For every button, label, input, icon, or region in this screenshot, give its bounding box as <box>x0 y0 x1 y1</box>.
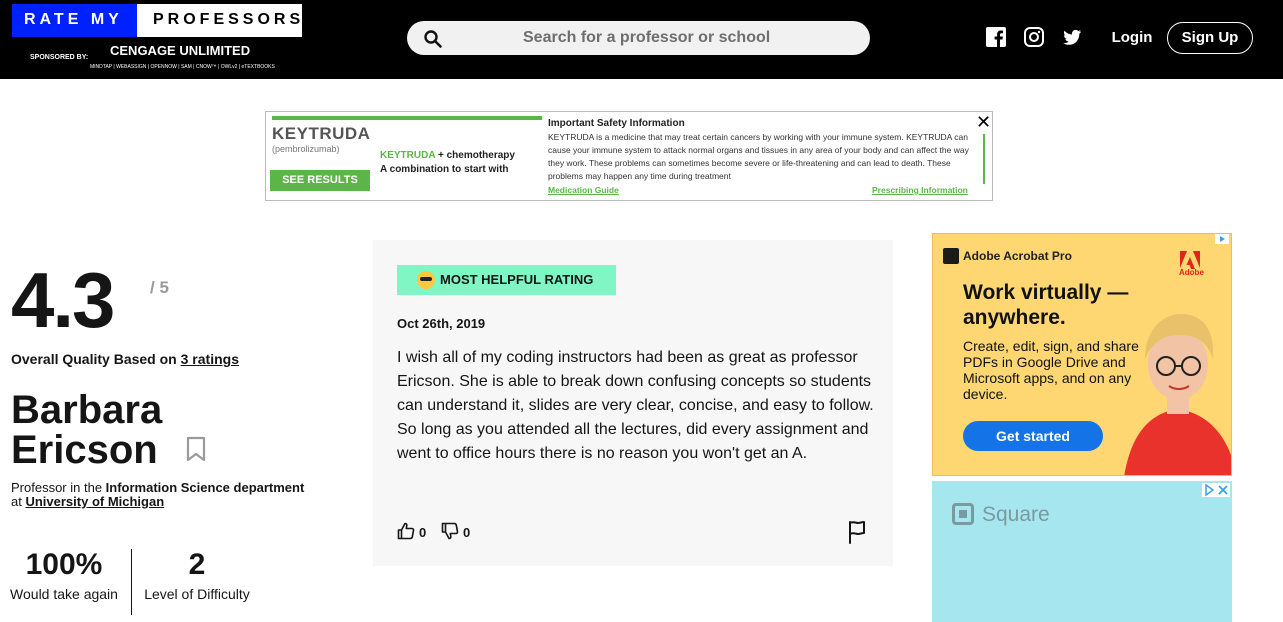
login-button[interactable]: Login <box>1104 22 1160 54</box>
most-helpful-label: MOST HELPFUL RATING <box>440 272 594 287</box>
dept-prefix: Professor in the <box>11 480 106 495</box>
school-link[interactable]: University of Michigan <box>25 494 164 509</box>
overall-quality-text: Overall Quality Based on 3 ratings <box>11 351 239 367</box>
flag-icon[interactable] <box>847 520 867 544</box>
acrobat-brand: Adobe Acrobat Pro <box>963 249 1072 263</box>
at-label: at <box>11 494 26 509</box>
review-text: I wish all of my coding instructors had … <box>397 349 874 462</box>
most-helpful-review: MOST HELPFUL RATING Oct 26th, 2019 I wis… <box>373 240 893 566</box>
ad-line1-brand: KEYTRUDA <box>380 150 436 161</box>
twitter-icon[interactable] <box>1061 26 1083 48</box>
square-ad[interactable]: Square <box>932 481 1232 622</box>
ad-line1-rest: + chemotherapy <box>437 150 515 161</box>
square-brand: Square <box>982 503 1050 526</box>
square-logo-icon <box>952 503 974 525</box>
sponsor-sub: MINDTAP | WEBASSIGN | OPENNOW | SAM | CN… <box>90 64 275 70</box>
close-icon[interactable]: ✕ <box>976 112 991 133</box>
overall-prefix: Overall Quality Based on <box>11 351 181 367</box>
sponsor-label: SPONSORED BY: <box>30 54 89 61</box>
difficulty-value: 2 <box>188 548 206 581</box>
professor-last-name: Ericson <box>11 428 158 472</box>
get-started-button[interactable]: Get started <box>963 421 1103 451</box>
ad-brand-sub: (pembrolizumab) <box>272 144 340 154</box>
rating-max: / 5 <box>150 278 169 297</box>
sunglasses-emoji-icon <box>417 271 435 289</box>
dept-name[interactable]: Information Science department <box>106 480 305 495</box>
search-input[interactable] <box>457 21 857 55</box>
ad-choices-close-icon <box>1205 483 1228 497</box>
acrobat-logo-icon <box>943 248 959 264</box>
most-helpful-tag: MOST HELPFUL RATING <box>397 265 616 295</box>
ad-accent-bar <box>272 116 542 120</box>
professor-department: Professor in the Information Science dep… <box>11 481 304 509</box>
thumbs-down-count: 0 <box>463 525 471 540</box>
feedback-divider <box>131 549 132 615</box>
thumbs-down-button[interactable]: 0 <box>441 522 470 540</box>
thumbs-up-count: 0 <box>419 525 427 540</box>
site-logo[interactable]: RATE MY PROFESSORS SPONSORED BY: CENGAGE… <box>12 4 302 72</box>
take-again-label: Would take again <box>10 586 118 602</box>
search-icon[interactable] <box>423 29 443 49</box>
woman-photo-icon <box>1124 314 1231 475</box>
level-of-difficulty: 2 Level of Difficulty <box>138 548 256 602</box>
logo-text-rate-my: RATE MY <box>24 11 123 28</box>
top-banner-ad[interactable]: KEYTRUDA (pembrolizumab) SEE RESULTS KEY… <box>265 111 993 201</box>
ad-isi-text: KEYTRUDA is a medicine that may treat ce… <box>548 132 969 181</box>
instagram-icon[interactable] <box>1023 26 1045 48</box>
thumbs-down-icon <box>441 522 459 540</box>
ad-line2: A combination to start with <box>380 164 509 175</box>
take-again-value: 100% <box>25 548 103 581</box>
bookmark-icon[interactable] <box>186 436 206 462</box>
ad-choices-icon[interactable] <box>1215 234 1229 244</box>
see-results-button[interactable]: SEE RESULTS <box>270 170 370 191</box>
overall-rating: 4.3 <box>11 256 115 344</box>
thumbs-up-icon <box>397 522 415 540</box>
site-header: RATE MY PROFESSORS SPONSORED BY: CENGAGE… <box>0 0 1283 79</box>
professor-name: Barbara Ericson <box>11 390 162 470</box>
prescribing-info-link[interactable]: Prescribing Information <box>872 185 968 195</box>
sponsor-name: CENGAGE UNLIMITED <box>110 43 251 58</box>
ad-close-icon[interactable] <box>1202 483 1230 497</box>
adobe-label: Adobe <box>1179 268 1204 277</box>
signup-button[interactable]: Sign Up <box>1167 22 1253 54</box>
logo-text-professors: PROFESSORS <box>153 11 305 28</box>
ad-line1: KEYTRUDA + chemotherapy <box>380 150 515 161</box>
facebook-icon[interactable] <box>985 26 1007 48</box>
review-date: Oct 26th, 2019 <box>397 316 486 331</box>
ratings-link[interactable]: 3 ratings <box>181 351 239 367</box>
would-take-again: 100% Would take again <box>5 548 123 602</box>
ad-brand: KEYTRUDA <box>272 124 371 143</box>
search-bar <box>407 21 870 55</box>
thumbs-up-button[interactable]: 0 <box>397 522 426 540</box>
professor-first-name: Barbara <box>11 388 163 432</box>
ad-scrollbar[interactable] <box>983 134 985 184</box>
acrobat-ad[interactable]: Adobe Acrobat Pro Adobe Work virtually —… <box>932 233 1232 476</box>
medication-guide-link[interactable]: Medication Guide <box>548 185 619 195</box>
difficulty-label: Level of Difficulty <box>144 586 250 602</box>
ad-isi-title: Important Safety Information <box>548 118 685 129</box>
